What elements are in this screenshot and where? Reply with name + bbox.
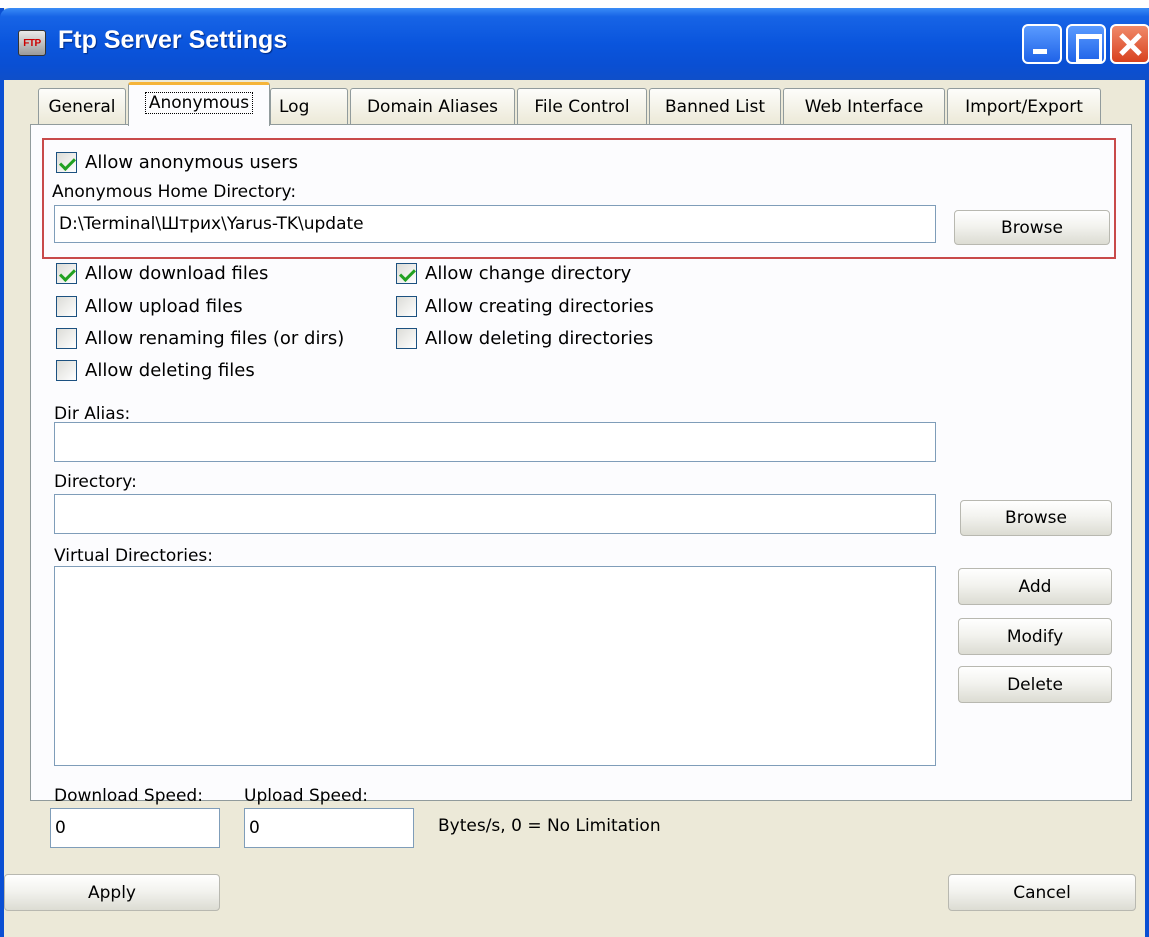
allow-creating-directories-checkbox[interactable]: Allow creating directories (396, 296, 654, 317)
tab-banned-list[interactable]: Banned List (649, 88, 781, 124)
directory-browse-button[interactable]: Browse (960, 500, 1112, 536)
home-browse-button[interactable]: Browse (954, 210, 1110, 245)
download-speed-input[interactable]: 0 (50, 808, 220, 848)
close-icon[interactable] (1110, 24, 1149, 64)
allow-anonymous-checkbox[interactable]: Allow anonymous users (56, 152, 298, 173)
modify-button[interactable]: Modify (958, 618, 1112, 655)
tab-general[interactable]: General (38, 88, 126, 124)
directory-label: Directory: (54, 472, 137, 492)
checkbox-unchecked-icon (396, 328, 417, 349)
checkbox-unchecked-icon (56, 328, 77, 349)
apply-button[interactable]: Apply (4, 874, 220, 911)
title-bar[interactable]: FTP Ftp Server Settings (0, 8, 1149, 80)
cancel-button[interactable]: Cancel (948, 874, 1136, 911)
checkbox-unchecked-icon (396, 296, 417, 317)
dir-alias-label: Dir Alias: (54, 404, 131, 424)
allow-renaming-checkbox[interactable]: Allow renaming files (or dirs) (56, 328, 344, 349)
add-button[interactable]: Add (958, 568, 1112, 605)
dir-alias-input[interactable] (54, 422, 936, 462)
window-title: Ftp Server Settings (58, 26, 288, 54)
checkbox-unchecked-icon (56, 360, 77, 381)
tab-web-interface[interactable]: Web Interface (783, 88, 945, 124)
virtual-directories-list[interactable] (54, 566, 936, 766)
tab-domain-aliases[interactable]: Domain Aliases (350, 88, 515, 124)
allow-change-directory-checkbox[interactable]: Allow change directory (396, 263, 631, 284)
ftp-app-icon: FTP (18, 30, 46, 56)
directory-input[interactable] (54, 494, 936, 534)
download-speed-label: Download Speed: (54, 786, 203, 806)
maximize-icon[interactable] (1066, 24, 1106, 64)
allow-download-checkbox[interactable]: Allow download files (56, 263, 268, 284)
checkbox-checked-icon (56, 152, 77, 173)
tab-log[interactable]: Log (270, 88, 348, 124)
allow-deleting-files-checkbox[interactable]: Allow deleting files (56, 360, 255, 381)
checkbox-unchecked-icon (56, 296, 77, 317)
allow-upload-checkbox[interactable]: Allow upload files (56, 296, 243, 317)
checkbox-checked-icon (396, 263, 417, 284)
home-directory-label: Anonymous Home Directory: (52, 182, 297, 202)
tab-import-export[interactable]: Import/Export (947, 88, 1101, 124)
speed-limit-note: Bytes/s, 0 = No Limitation (438, 816, 661, 836)
allow-deleting-directories-checkbox[interactable]: Allow deleting directories (396, 328, 653, 349)
checkbox-checked-icon (56, 263, 77, 284)
home-directory-input[interactable]: D:\Terminal\Штрих\Yarus-TK\update (54, 205, 936, 243)
virtual-directories-label: Virtual Directories: (54, 546, 214, 566)
upload-speed-label: Upload Speed: (244, 786, 368, 806)
minimize-icon[interactable] (1022, 24, 1062, 64)
tab-file-control[interactable]: File Control (517, 88, 647, 124)
upload-speed-input[interactable]: 0 (244, 808, 414, 848)
tab-anonymous[interactable]: Anonymous (128, 82, 270, 126)
delete-button[interactable]: Delete (958, 666, 1112, 703)
